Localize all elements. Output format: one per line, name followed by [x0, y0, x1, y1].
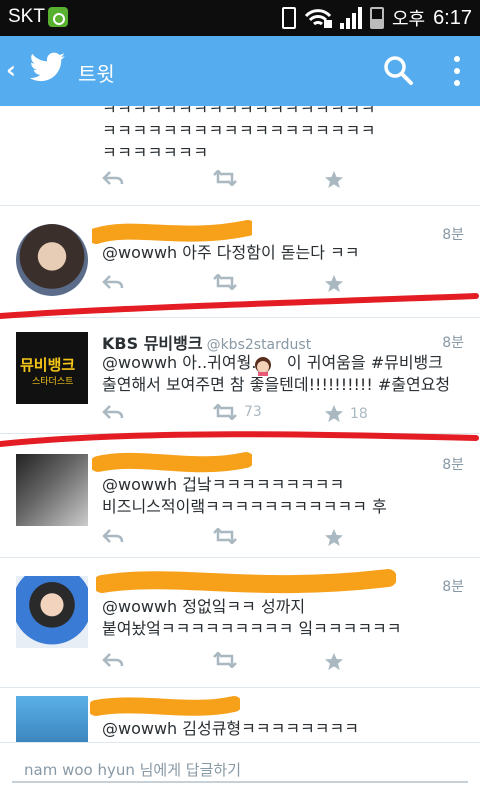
battery-icon — [369, 7, 384, 29]
ampm-label: 오후 — [391, 9, 426, 30]
reply-icon[interactable] — [102, 652, 124, 668]
user-avatar[interactable] — [16, 696, 88, 742]
tweet-timeline[interactable]: ㅋㅋㅋㅋㅋㅋㅋㅋㅋㅋㅋㅋㅋㅋㅋㅋㅋㅋ ㅋㅋㅋㅋㅋㅋㅋㅋㅋㅋㅋㅋㅋㅋㅋㅋㅋㅋ ㅋㅋ… — [0, 106, 480, 742]
reply-bar: nam woo hyun 님에게 답글하기 — [0, 742, 480, 793]
favorite-icon[interactable]: 18 — [324, 404, 368, 424]
retweet-count: 73 — [244, 404, 262, 420]
tweet-author: KBS 뮤비뱅크 @kbs2stardust — [102, 330, 311, 354]
screen-title: 트윗 — [78, 62, 115, 86]
action-bar: ‹ 트윗 — [0, 36, 480, 106]
signal-icon — [339, 7, 362, 29]
status-bar: SKT 오후 6:17 — [0, 0, 480, 36]
tweet-actions — [102, 170, 402, 194]
retweet-icon[interactable] — [212, 528, 238, 544]
tweet-actions — [102, 528, 402, 552]
tweet-item[interactable]: 8분 @wowwh 겁낰ㅋㅋㅋㅋㅋㅋㅋㅋㅋ 비즈니스적이랰ㅋㅋㅋㅋㅋㅋㅋㅋㅋㅋㅋ… — [0, 440, 480, 558]
back-icon[interactable]: ‹ — [6, 56, 16, 84]
favorite-icon[interactable] — [324, 274, 344, 294]
tweet-item[interactable]: 뮤비뱅크 스타더스트 KBS 뮤비뱅크 @kbs2stardust 8분 @wow… — [0, 318, 480, 434]
favorite-icon[interactable] — [324, 652, 344, 672]
tweet-text: @wowwh 아..귀여웡... 이 귀여움을 #뮤비뱅크 출연해서 보여주면 … — [102, 353, 451, 394]
emoji-face-icon — [255, 357, 271, 376]
tweet-text: @wowwh 김성큐형ㅋㅋㅋㅋㅋㅋㅋㅋ — [102, 719, 359, 738]
avatar-logo-sub: 스타더스트 — [32, 377, 74, 387]
app-notification-icon — [48, 7, 68, 27]
clock: 6:17 — [433, 6, 472, 29]
tweet-actions — [102, 652, 402, 676]
wifi-icon — [304, 9, 332, 28]
search-icon[interactable] — [382, 54, 414, 86]
twitter-bird-icon[interactable] — [30, 52, 66, 82]
redaction-scribble — [96, 569, 396, 594]
user-avatar[interactable] — [16, 224, 88, 296]
tweet-text: ㅋㅋㅋㅋㅋㅋㅋㅋㅋㅋㅋㅋㅋㅋㅋㅋㅋㅋ ㅋㅋㅋㅋㅋㅋㅋㅋㅋㅋㅋㅋㅋㅋㅋㅋㅋㅋ ㅋㅋ… — [102, 106, 376, 162]
tweet-timestamp: 8분 — [442, 457, 464, 473]
carrier-label: SKT — [8, 6, 45, 27]
author-name: KBS 뮤비뱅크 — [102, 334, 203, 353]
retweet-icon[interactable]: 73 — [212, 404, 262, 420]
author-handle: @kbs2stardust — [206, 337, 312, 353]
tweet-item[interactable]: 8분 @wowwh 정없잌ㅋㅋ 성까지 붙여놨엌ㅋㅋㅋㅋㅋㅋㅋㅋㅋ 잌ㅋㅋㅋㅋㅋ… — [0, 558, 480, 688]
reply-input[interactable]: nam woo hyun 님에게 답글하기 — [12, 751, 468, 783]
reply-icon[interactable] — [102, 274, 124, 290]
tweet-text: @wowwh 아주 다정함이 돋는다 ㅋㅋ — [102, 243, 360, 262]
avatar-logo-text: 뮤비뱅크 — [20, 356, 76, 374]
user-avatar[interactable] — [16, 576, 88, 648]
reply-icon[interactable] — [102, 404, 124, 420]
tweet-item[interactable]: ㅋㅋㅋㅋㅋㅋㅋㅋㅋㅋㅋㅋㅋㅋㅋㅋㅋㅋ ㅋㅋㅋㅋㅋㅋㅋㅋㅋㅋㅋㅋㅋㅋㅋㅋㅋㅋ ㅋㅋ… — [0, 106, 480, 206]
tweet-timestamp: 8분 — [442, 227, 464, 243]
retweet-icon[interactable] — [212, 274, 238, 290]
tweet-timestamp: 8분 — [442, 579, 464, 595]
tweet-text: @wowwh 정없잌ㅋㅋ 성까지 붙여놨엌ㅋㅋㅋㅋㅋㅋㅋㅋㅋ 잌ㅋㅋㅋㅋㅋㅋ — [102, 597, 402, 638]
tweet-item[interactable]: @wowwh 김성큐형ㅋㅋㅋㅋㅋㅋㅋㅋ — [0, 688, 480, 742]
favorite-icon[interactable] — [324, 170, 344, 190]
favorite-icon[interactable] — [324, 528, 344, 548]
reply-icon[interactable] — [102, 528, 124, 544]
phone-icon — [281, 7, 296, 29]
reply-icon[interactable] — [102, 170, 124, 186]
retweet-icon[interactable] — [212, 170, 238, 186]
favorite-count: 18 — [350, 406, 368, 422]
user-avatar[interactable]: 뮤비뱅크 스타더스트 — [16, 332, 88, 404]
tweet-text: @wowwh 겁낰ㅋㅋㅋㅋㅋㅋㅋㅋㅋ 비즈니스적이랰ㅋㅋㅋㅋㅋㅋㅋㅋㅋㅋㅋ 후 — [102, 475, 387, 516]
user-avatar[interactable] — [16, 454, 88, 526]
overflow-menu-icon[interactable] — [452, 54, 462, 88]
retweet-icon[interactable] — [212, 652, 238, 668]
tweet-timestamp: 8분 — [442, 335, 464, 351]
